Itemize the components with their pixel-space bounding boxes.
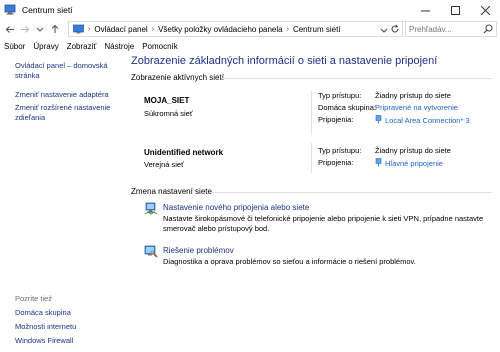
sidebar-link-homegroup[interactable]: Domáca skupina xyxy=(15,308,115,318)
chevron-right-icon: › xyxy=(88,25,91,33)
active-networks-label: Zobrazenie aktívnych sietí xyxy=(131,73,224,82)
forward-button[interactable] xyxy=(18,21,32,37)
menu-bar: Súbor Úpravy Zobraziť Nástroje Pomocník xyxy=(0,39,500,53)
search-box[interactable] xyxy=(405,21,497,37)
divider xyxy=(211,192,492,193)
network-type[interactable]: Verejná sieť xyxy=(144,160,184,169)
menu-view[interactable]: Zobraziť xyxy=(63,42,101,51)
refresh-icon[interactable] xyxy=(390,24,400,34)
connection-link-label[interactable]: Hlavné pripojenie xyxy=(385,159,443,168)
breadcrumb-control-panel[interactable]: Ovládací panel xyxy=(94,25,147,34)
network-name: MOJA_SIET xyxy=(144,96,190,105)
troubleshoot-description: Diagnostika a oprava problémov so sieťou… xyxy=(163,257,416,266)
menu-help[interactable]: Pomocník xyxy=(138,42,182,51)
arrow-right-icon xyxy=(21,25,30,33)
minimize-button[interactable] xyxy=(410,0,440,20)
connection-link[interactable]: Hlavné pripojenie xyxy=(375,158,443,168)
control-panel-icon xyxy=(73,24,84,34)
access-type-value: Žiadny prístup do siete xyxy=(375,91,451,100)
chevron-down-icon xyxy=(36,27,44,32)
address-bar[interactable]: › Ovládací panel › Všetky položky ovláda… xyxy=(68,21,403,37)
close-icon xyxy=(480,5,490,15)
network-name: Unidentified network xyxy=(144,148,224,157)
divider xyxy=(221,78,492,79)
sidebar-link-windows-firewall[interactable]: Windows Firewall xyxy=(15,336,115,346)
network-adapter-icon xyxy=(375,158,382,167)
up-button[interactable] xyxy=(48,21,62,37)
left-pane: Ovládací panel – domovská stránka Zmeniť… xyxy=(0,53,122,352)
title-bar: Centrum sietí xyxy=(0,0,500,20)
access-type-label: Typ prístupu: xyxy=(318,146,362,155)
divider xyxy=(311,91,312,135)
menu-edit[interactable]: Úpravy xyxy=(29,42,62,51)
window-title: Centrum sietí xyxy=(22,5,73,15)
access-type-label: Typ prístupu: xyxy=(318,91,362,100)
setup-connection-link[interactable]: Nastavenie nového pripojenia alebo siete xyxy=(163,203,309,212)
maximize-button[interactable] xyxy=(440,0,470,20)
troubleshoot-icon xyxy=(144,245,158,258)
main-pane: Zobrazenie základných informácií o sieti… xyxy=(122,53,500,352)
minimize-icon xyxy=(420,10,430,11)
page-title: Zobrazenie základných informácií o sieti… xyxy=(131,55,438,67)
network-type[interactable]: Súkromná sieť xyxy=(144,109,193,118)
connections-label: Pripojenia: xyxy=(318,158,354,167)
breadcrumb-all-items[interactable]: Všetky položky ovládacieho panela xyxy=(158,25,283,34)
change-settings-label: Zmena nastavení siete xyxy=(131,187,212,196)
connection-link-label[interactable]: Local Area Connection* 3 xyxy=(385,116,470,125)
homegroup-link[interactable]: Pripravené na vytvorenie xyxy=(375,103,458,112)
arrow-up-icon xyxy=(51,24,59,33)
chevron-down-icon[interactable] xyxy=(380,26,388,34)
see-also-label: Pozrite tiež xyxy=(15,294,53,303)
access-type-value: Žiadny prístup do siete xyxy=(375,146,451,155)
homegroup-label: Domáca skupina: xyxy=(318,103,376,112)
search-icon[interactable] xyxy=(483,24,493,34)
sidebar-link-sharing-settings[interactable]: Zmeniť rozšírené nastavenie zdieľania xyxy=(15,103,115,123)
maximize-icon xyxy=(450,5,460,15)
close-button[interactable] xyxy=(470,0,500,20)
menu-file[interactable]: Súbor xyxy=(0,42,29,51)
address-row: › Ovládací panel › Všetky položky ovláda… xyxy=(0,20,500,38)
chevron-right-icon: › xyxy=(286,25,289,33)
chevron-right-icon: › xyxy=(151,25,155,33)
sidebar-link-control-panel-home[interactable]: Ovládací panel – domovská stránka xyxy=(15,61,115,81)
sidebar-link-internet-options[interactable]: Možnosti internetu xyxy=(15,322,115,332)
menu-tools[interactable]: Nástroje xyxy=(100,42,138,51)
network-adapter-icon xyxy=(375,115,382,124)
sidebar-link-adapter-settings[interactable]: Zmeniť nastavenie adaptéra xyxy=(15,90,115,100)
setup-connection-description: Nastavte širokopásmové či telefonické pr… xyxy=(163,214,484,233)
connections-label: Pripojenia: xyxy=(318,115,354,124)
new-connection-icon xyxy=(144,202,158,215)
connection-link[interactable]: Local Area Connection* 3 xyxy=(375,115,470,125)
back-button[interactable] xyxy=(3,21,17,37)
arrow-left-icon xyxy=(5,25,14,33)
divider xyxy=(311,143,312,173)
network-center-icon xyxy=(4,4,16,15)
troubleshoot-link[interactable]: Riešenie problémov xyxy=(163,246,234,255)
search-input[interactable] xyxy=(406,22,481,36)
breadcrumb-network-center[interactable]: Centrum sietí xyxy=(293,25,341,34)
recent-locations-button[interactable] xyxy=(33,21,47,37)
